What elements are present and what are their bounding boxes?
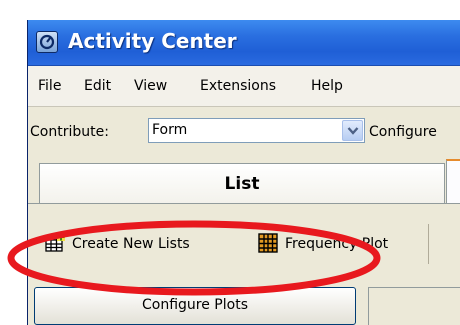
tab-next-edge[interactable] xyxy=(446,159,460,203)
frequency-plot-button[interactable]: Frequency Plot xyxy=(258,226,428,260)
tab-strip: List xyxy=(28,159,460,203)
menu-file[interactable]: File xyxy=(38,78,61,94)
plot-panel: Configure Plots xyxy=(28,282,460,325)
app-icon xyxy=(36,31,58,53)
menu-edit[interactable]: Edit xyxy=(84,78,111,94)
menu-help[interactable]: Help xyxy=(311,78,343,94)
menu-bar: File Edit View Extensions Help xyxy=(28,66,460,107)
tab-list[interactable]: List xyxy=(39,163,445,203)
contribute-toolbar: Contribute: Form Configure xyxy=(28,107,460,159)
contribute-label: Contribute: xyxy=(30,124,109,140)
menu-extensions[interactable]: Extensions xyxy=(200,78,276,94)
contribute-dropdown[interactable]: Form xyxy=(148,118,365,143)
create-new-lists-label: Create New Lists xyxy=(72,236,190,252)
toolbar-separator xyxy=(428,224,429,264)
configure-label[interactable]: Configure xyxy=(369,124,437,140)
contribute-value: Form xyxy=(152,122,188,138)
plugin-toolbar: Create New Lists Frequency Plot xyxy=(28,203,460,283)
activity-center-window: Activity Center File Edit View Extension… xyxy=(27,20,460,325)
tab-list-label: List xyxy=(224,174,260,194)
frequency-plot-label: Frequency Plot xyxy=(285,236,389,252)
title-bar[interactable]: Activity Center xyxy=(28,20,460,66)
side-panel xyxy=(368,287,460,325)
chevron-down-icon[interactable] xyxy=(342,120,363,141)
window-title: Activity Center xyxy=(68,29,237,53)
configure-plots-label: Configure Plots xyxy=(142,297,248,313)
table-add-icon xyxy=(45,233,65,253)
menu-view[interactable]: View xyxy=(134,78,167,94)
create-new-lists-button[interactable]: Create New Lists xyxy=(45,226,245,260)
configure-plots-button[interactable]: Configure Plots xyxy=(34,287,356,325)
frequency-grid-icon xyxy=(258,233,278,253)
